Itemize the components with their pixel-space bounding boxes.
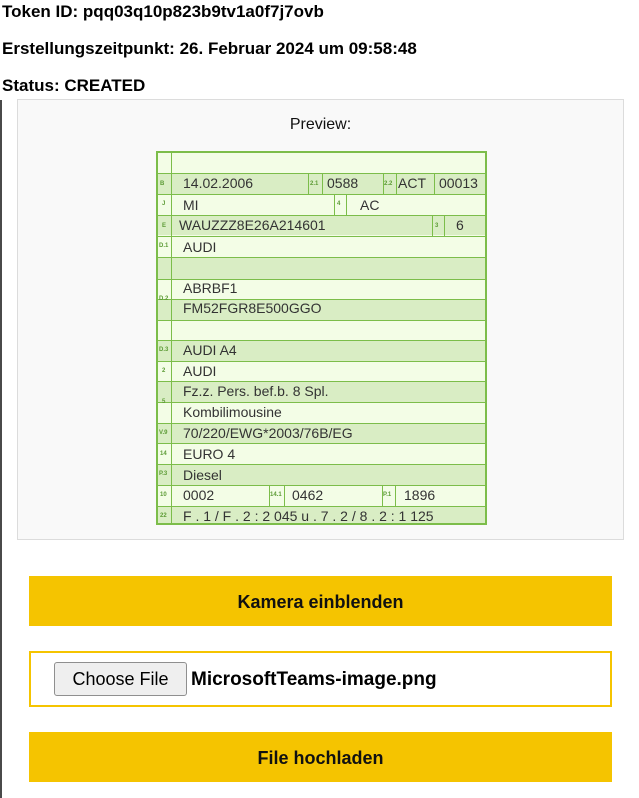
doc-value: AUDI — [183, 239, 217, 255]
doc-value: ACT — [398, 175, 426, 191]
doc-value: EURO 4 — [183, 446, 236, 462]
doc-value: 6 — [456, 217, 464, 233]
doc-value: 0002 — [183, 487, 215, 503]
doc-value: Kombilimousine — [183, 404, 282, 420]
upload-file-button[interactable]: File hochladen — [29, 732, 612, 782]
field-label: 4 — [337, 201, 341, 207]
doc-value: 0462 — [292, 487, 324, 503]
window-edge — [0, 100, 2, 798]
field-label: J — [162, 201, 166, 207]
field-label: 14.1 — [270, 492, 282, 498]
file-input-field: Choose File MicrosoftTeams-image.png — [29, 651, 612, 707]
doc-value: 0588 — [327, 175, 359, 191]
doc-value: 00013 — [439, 175, 478, 191]
doc-value: AUDI — [183, 363, 217, 379]
doc-value: WAUZZZ8E26A214601 — [179, 217, 326, 233]
field-label: 14 — [160, 451, 167, 457]
status-label: Status: — [2, 76, 60, 95]
created-label: Erstellungszeitpunkt: — [2, 39, 175, 58]
field-label: D.3 — [159, 347, 169, 353]
created-line: Erstellungszeitpunkt: 26. Februar 2024 u… — [2, 39, 417, 59]
token-label: Token ID: — [2, 2, 79, 21]
field-label: 3 — [435, 223, 439, 229]
field-label: D.2 — [159, 296, 169, 302]
registration-document-image: B 2.1 2.2 J 4 E 3 D.1 D.2 D.3 2 5 V.9 14… — [156, 151, 487, 525]
show-camera-button[interactable]: Kamera einblenden — [29, 576, 612, 626]
doc-value: FM52FGR8E500GGO — [183, 300, 322, 316]
selected-filename: MicrosoftTeams-image.png — [191, 669, 437, 690]
doc-value: AC — [360, 197, 380, 213]
field-label: 10 — [160, 492, 167, 498]
field-label: D.1 — [159, 243, 169, 249]
field-label: 2.2 — [384, 181, 393, 187]
field-label: B — [160, 181, 165, 187]
doc-value: MI — [183, 197, 199, 213]
doc-value: AUDI A4 — [183, 342, 237, 358]
token-value: pqq03q10p823b9tv1a0f7j7ovb — [82, 2, 324, 21]
created-value: 26. Februar 2024 um 09:58:48 — [179, 39, 417, 58]
doc-value: 1896 — [404, 487, 436, 503]
doc-value: F . 1 / F . 2 : 2 045 u . 7 . 2 / 8 . 2 … — [183, 508, 434, 524]
field-label: 2 — [162, 368, 166, 374]
field-label: 5 — [162, 399, 166, 405]
token-line: Token ID: pqq03q10p823b9tv1a0f7j7ovb — [2, 2, 324, 22]
doc-value: ABRBF1 — [183, 280, 238, 296]
choose-file-button[interactable]: Choose File — [54, 662, 187, 696]
preview-label: Preview: — [289, 116, 352, 133]
field-label: 2.1 — [310, 181, 319, 187]
status-line: Status: CREATED — [2, 76, 145, 96]
status-value: CREATED — [64, 76, 146, 95]
doc-value: 70/220/EWG*2003/76B/EG — [183, 425, 353, 441]
doc-value: Fz.z. Pers. bef.b. 8 Spl. — [183, 383, 329, 399]
field-label: V.9 — [159, 430, 168, 436]
field-label: E — [162, 223, 167, 229]
preview-panel: Preview: B 2.1 2.2 J 4 E 3 D.1 D.2 D.3 2… — [17, 99, 624, 540]
doc-band — [158, 257, 485, 279]
doc-value: 14.02.2006 — [183, 175, 254, 191]
field-label: P.1 — [383, 492, 392, 498]
field-label: P.3 — [159, 471, 168, 477]
field-label: 22 — [160, 513, 167, 519]
doc-value: Diesel — [183, 467, 222, 483]
